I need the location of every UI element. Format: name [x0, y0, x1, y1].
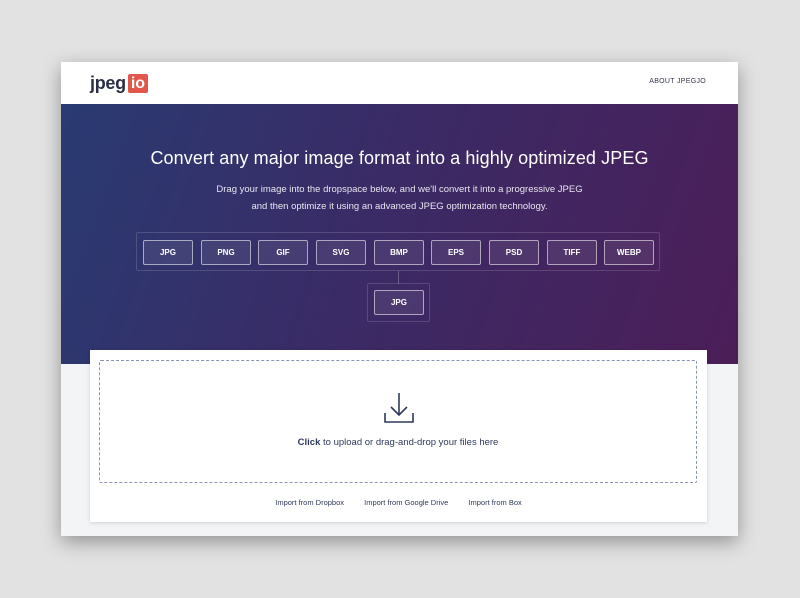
format-eps[interactable]: EPS: [431, 240, 481, 265]
file-dropzone[interactable]: Click to upload or drag-and-drop your fi…: [99, 360, 697, 483]
site-logo[interactable]: jpeg io: [90, 72, 149, 93]
format-svg[interactable]: SVG: [316, 240, 366, 265]
subtitle-line-2: and then optimize it using an advanced J…: [251, 201, 548, 212]
logo-badge: io: [127, 73, 149, 93]
hero-subtitle: Drag your image into the dropspace below…: [61, 181, 738, 215]
logo-text: jpeg: [90, 72, 126, 93]
dropzone-instructions-rest: to upload or drag-and-drop your files he…: [320, 437, 499, 448]
format-png[interactable]: PNG: [201, 240, 251, 265]
format-gif[interactable]: GIF: [258, 240, 308, 265]
about-link[interactable]: ABOUT JPEGJO: [649, 78, 706, 85]
output-format-jpg: JPG: [374, 290, 424, 315]
subtitle-line-1: Drag your image into the dropspace below…: [216, 184, 583, 195]
download-icon: [384, 393, 414, 423]
top-navbar: jpeg io ABOUT JPEGJO: [61, 62, 738, 104]
format-jpg[interactable]: JPG: [143, 240, 193, 265]
input-format-list: JPG PNG GIF SVG BMP EPS PSD TIFF WEBP: [136, 232, 660, 271]
import-dropbox-link[interactable]: Import from Dropbox: [275, 498, 344, 507]
page-title: Convert any major image format into a hi…: [150, 148, 649, 168]
import-links: Import from Dropbox Import from Google D…: [90, 498, 707, 507]
format-webp[interactable]: WEBP: [604, 240, 654, 265]
upload-panel: Click to upload or drag-and-drop your fi…: [90, 350, 707, 522]
output-format-box: JPG: [367, 283, 430, 322]
import-box-link[interactable]: Import from Box: [468, 498, 521, 507]
click-to-upload-label[interactable]: Click: [298, 437, 321, 448]
browser-window: jpeg io ABOUT JPEGJO Convert any major i…: [61, 62, 738, 536]
format-psd[interactable]: PSD: [489, 240, 539, 265]
format-bmp[interactable]: BMP: [374, 240, 424, 265]
format-tiff[interactable]: TIFF: [547, 240, 597, 265]
hero-section: Convert any major image format into a hi…: [61, 104, 738, 364]
dropzone-instructions: Click to upload or drag-and-drop your fi…: [100, 437, 696, 448]
import-google-drive-link[interactable]: Import from Google Drive: [364, 498, 448, 507]
